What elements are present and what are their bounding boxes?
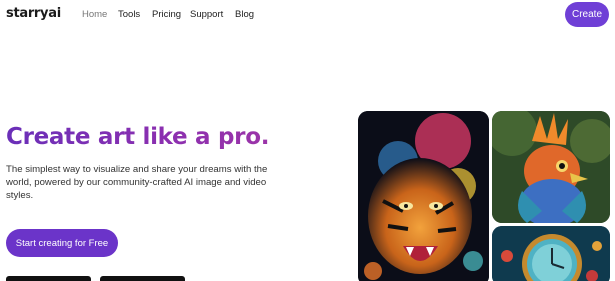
nav-home[interactable]: Home: [82, 9, 107, 20]
logo[interactable]: starryai: [6, 6, 61, 21]
app-store-badge[interactable]: [6, 276, 91, 281]
tiger-artwork: [358, 111, 489, 281]
nav-support[interactable]: Support: [190, 9, 223, 20]
nav-blog[interactable]: Blog: [235, 9, 254, 20]
bird-artwork: [492, 111, 610, 223]
gallery-image-bird: [492, 111, 610, 223]
hero-title: Create art like a pro.: [6, 124, 270, 150]
nav-pricing[interactable]: Pricing: [152, 9, 181, 20]
hero-subtitle: The simplest way to visualize and share …: [6, 164, 268, 202]
top-nav: starryai Home Tools Pricing Support Blog…: [0, 0, 615, 30]
create-button[interactable]: Create: [565, 2, 609, 27]
gallery-image-tiger: [358, 111, 489, 281]
google-play-badge[interactable]: [100, 276, 185, 281]
gallery-image-clock: [492, 226, 610, 281]
clock-artwork: [492, 226, 610, 281]
nav-tools[interactable]: Tools: [118, 9, 140, 20]
start-creating-button[interactable]: Start creating for Free: [6, 229, 118, 257]
